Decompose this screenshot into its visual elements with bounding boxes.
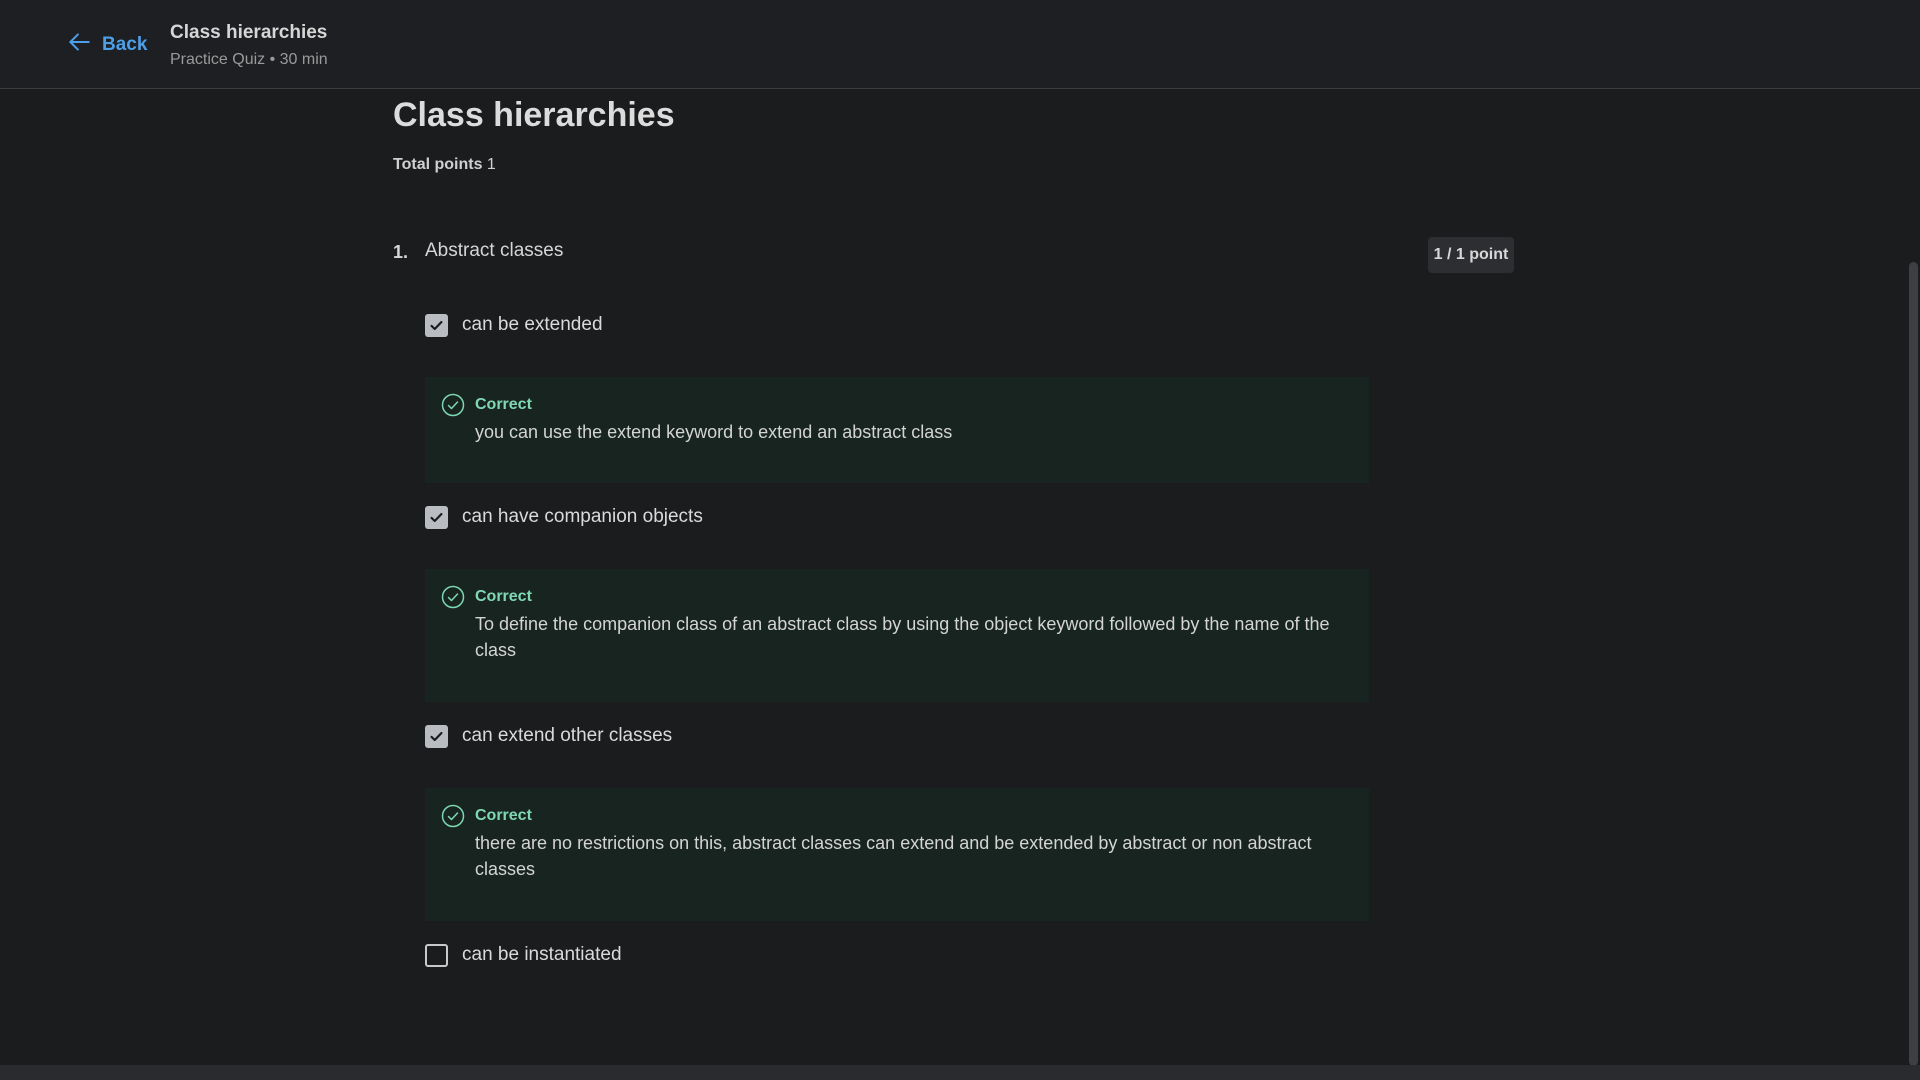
feedback-text: there are no restrictions on this, abstr… [475, 833, 1312, 879]
feedback-text: To define the companion class of an abst… [475, 614, 1330, 660]
option-label: can be instantiated [462, 944, 622, 965]
page-title: Class hierarchies [393, 96, 675, 134]
checkmark-icon [430, 320, 443, 330]
feedback-status: Correct [475, 588, 532, 605]
header-subtitle: Practice Quiz • 30 min [170, 51, 328, 68]
question-text: Abstract classes [425, 240, 564, 261]
feedback-panel: Correct there are no restrictions on thi… [425, 788, 1369, 921]
feedback-panel: Correct To define the companion class of… [425, 569, 1369, 702]
option-can-have-companion-objects[interactable]: can have companion objects [425, 505, 703, 529]
option-label: can be extended [462, 314, 603, 335]
check-circle-icon [441, 804, 465, 828]
total-points-label: Total points [393, 156, 483, 173]
option-label: can extend other classes [462, 725, 673, 746]
top-bar: Back Class hierarchies Practice Quiz • 3… [0, 0, 1920, 89]
checkbox-checked[interactable] [425, 313, 448, 337]
total-points-value: 1 [486, 156, 496, 173]
feedback-status: Correct [475, 396, 532, 413]
checkbox-checked[interactable] [425, 505, 448, 529]
arrow-left-icon [66, 29, 92, 61]
score-badge: 1 / 1 point [1428, 237, 1514, 273]
option-can-be-extended[interactable]: can be extended [425, 313, 603, 337]
scrollbar-thumb[interactable] [1909, 262, 1918, 1066]
checkmark-icon [430, 512, 443, 522]
checkbox-checked[interactable] [425, 724, 448, 748]
option-can-be-instantiated[interactable]: can be instantiated [425, 943, 622, 967]
question-number: 1. [393, 242, 409, 262]
breadcrumb: Class hierarchies Practice Quiz • 30 min [170, 20, 328, 71]
option-can-extend-other-classes[interactable]: can extend other classes [425, 724, 672, 748]
checkmark-icon [430, 731, 443, 741]
option-label: can have companion objects [462, 506, 703, 527]
feedback-text: you can use the extend keyword to extend… [475, 422, 953, 442]
back-button[interactable]: Back [66, 30, 147, 60]
check-circle-icon [441, 393, 465, 417]
back-label: Back [102, 34, 148, 55]
header-title: Class hierarchies [170, 22, 328, 43]
feedback-panel: Correct you can use the extend keyword t… [425, 377, 1369, 483]
bottom-bar [0, 1065, 1920, 1080]
checkbox-unchecked[interactable] [425, 943, 448, 967]
feedback-status: Correct [475, 807, 532, 824]
check-circle-icon [441, 585, 465, 609]
total-points: Total points 1 [393, 154, 496, 176]
